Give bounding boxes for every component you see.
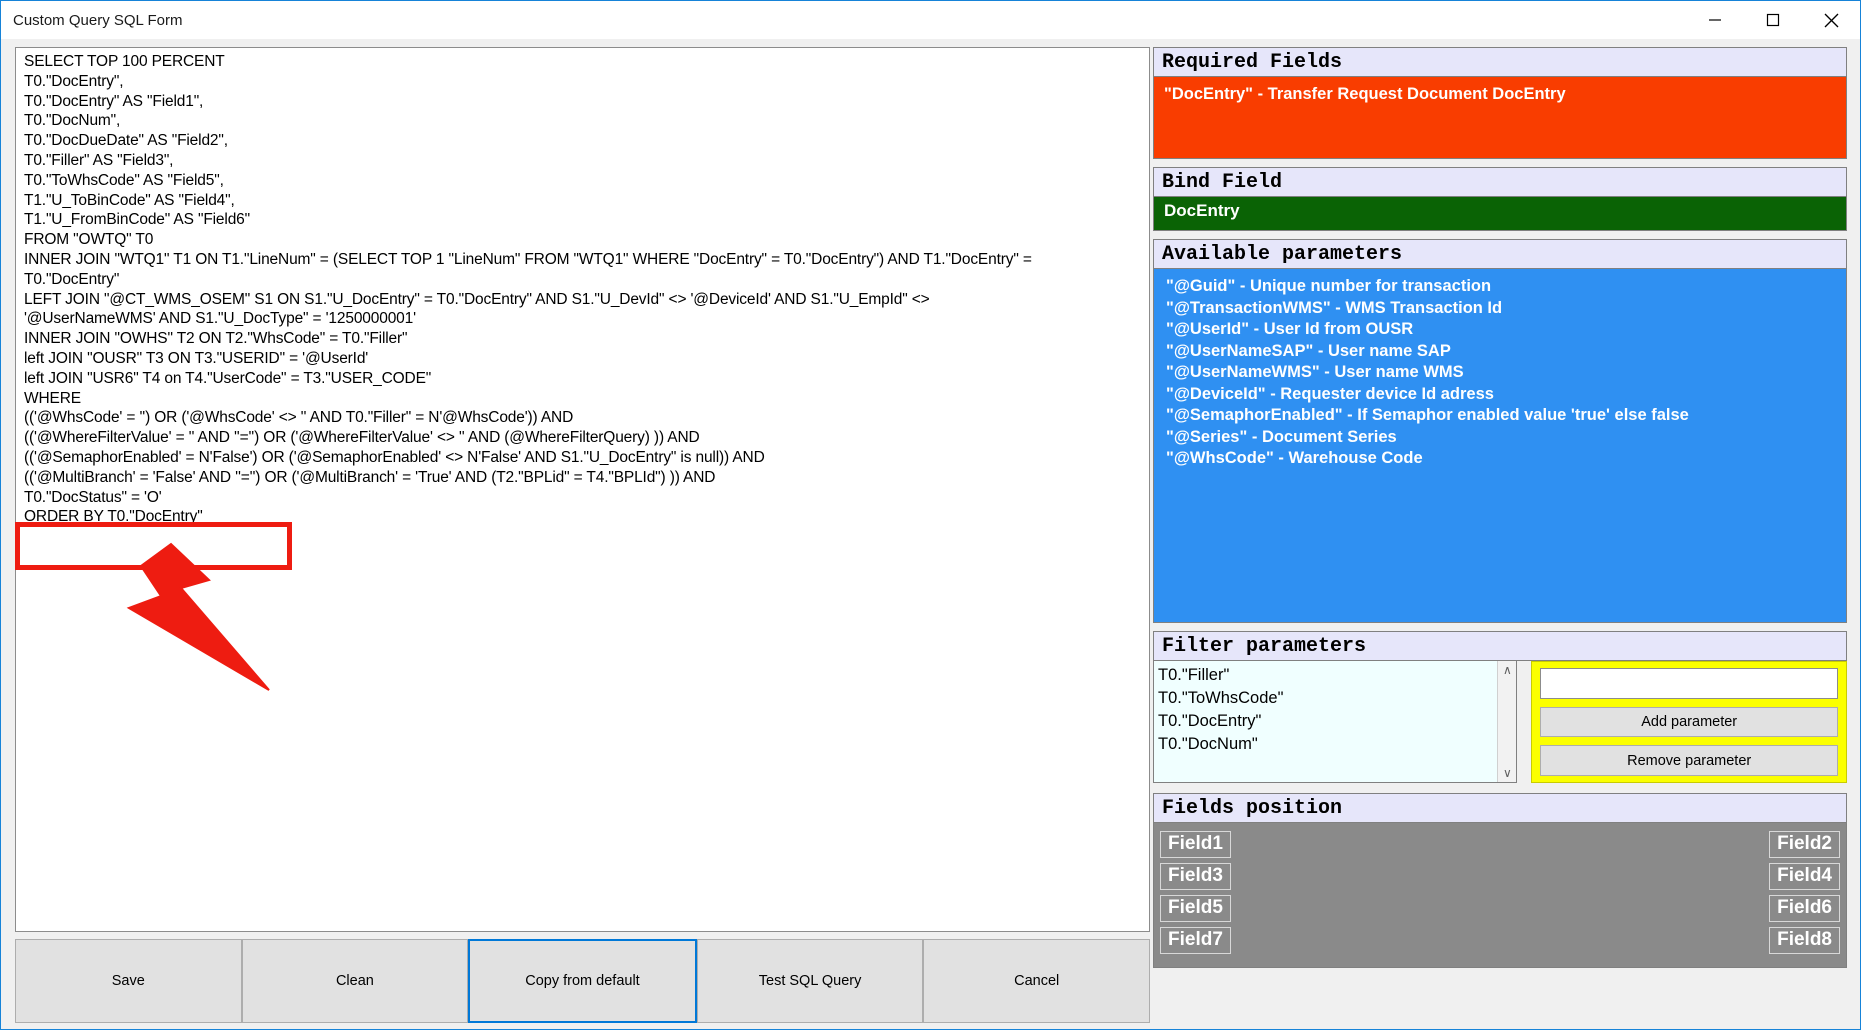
sql-text[interactable]: SELECT TOP 100 PERCENT T0."DocEntry", T0…: [16, 48, 1149, 527]
custom-query-sql-window: Custom Query SQL Form SELECT TOP 100 PER…: [0, 0, 1861, 1030]
required-fields-header: Required Fields: [1153, 47, 1847, 77]
sql-editor[interactable]: SELECT TOP 100 PERCENT T0."DocEntry", T0…: [15, 47, 1150, 932]
scroll-up-icon[interactable]: ∧: [1503, 661, 1512, 679]
parameter-item[interactable]: "@UserId" - User Id from OUSR: [1166, 319, 1846, 341]
required-fields-list: "DocEntry" - Transfer Request Document D…: [1153, 77, 1847, 159]
parameter-item[interactable]: "@TransactionWMS" - WMS Transaction Id: [1166, 298, 1846, 320]
parameter-item[interactable]: "@Series" - Document Series: [1166, 427, 1846, 449]
window-content: SELECT TOP 100 PERCENT T0."DocEntry", T0…: [1, 39, 1860, 1029]
filter-list-scrollbar[interactable]: ∧ ∨: [1497, 661, 1517, 782]
remove-parameter-button[interactable]: Remove parameter: [1540, 745, 1838, 777]
filter-parameters-list[interactable]: T0."Filler" T0."ToWhsCode" T0."DocEntry"…: [1153, 661, 1518, 783]
filter-item[interactable]: T0."Filler": [1158, 664, 1516, 687]
parameter-item[interactable]: "@DeviceId" - Requester device Id adress: [1166, 384, 1846, 406]
field-chip[interactable]: Field8: [1769, 927, 1840, 954]
right-panel: Required Fields "DocEntry" - Transfer Re…: [1153, 47, 1847, 1029]
fields-position-header: Fields position: [1153, 793, 1847, 823]
filter-item[interactable]: T0."DocEntry": [1158, 710, 1516, 733]
filter-parameters-header: Filter parameters: [1153, 631, 1847, 661]
scroll-down-icon[interactable]: ∨: [1503, 764, 1512, 782]
fields-position-right-column: Field2 Field4 Field6 Field8: [1769, 831, 1840, 967]
available-parameters-header: Available parameters: [1153, 239, 1847, 269]
copy-from-default-button[interactable]: Copy from default: [468, 939, 697, 1023]
field-chip[interactable]: Field7: [1160, 927, 1231, 954]
filter-item[interactable]: T0."ToWhsCode": [1158, 687, 1516, 710]
window-title: Custom Query SQL Form: [13, 11, 183, 29]
filter-actions-panel: Add parameter Remove parameter: [1531, 661, 1847, 783]
available-parameters-list[interactable]: "@Guid" - Unique number for transaction …: [1153, 269, 1847, 623]
parameter-item[interactable]: "@Guid" - Unique number for transaction: [1166, 276, 1846, 298]
bind-field-header: Bind Field: [1153, 167, 1847, 197]
bind-field-value-box[interactable]: DocEntry: [1153, 197, 1847, 231]
field-chip[interactable]: Field5: [1160, 895, 1231, 922]
title-bar: Custom Query SQL Form: [1, 1, 1860, 39]
field-chip[interactable]: Field3: [1160, 863, 1231, 890]
field-chip[interactable]: Field4: [1769, 863, 1840, 890]
fields-position-grid: Field1 Field3 Field5 Field7 Field2 Field…: [1153, 823, 1847, 968]
cancel-button[interactable]: Cancel: [923, 939, 1150, 1023]
parameter-item[interactable]: "@SemaphorEnabled" - If Semaphor enabled…: [1166, 405, 1846, 427]
filter-item[interactable]: T0."DocNum": [1158, 733, 1516, 756]
close-button[interactable]: [1802, 1, 1860, 39]
field-chip[interactable]: Field1: [1160, 831, 1231, 858]
maximize-button[interactable]: [1744, 1, 1802, 39]
field-chip[interactable]: Field6: [1769, 895, 1840, 922]
parameter-item[interactable]: "@UserNameWMS" - User name WMS: [1166, 362, 1846, 384]
add-parameter-button[interactable]: Add parameter: [1540, 706, 1838, 738]
fields-position-left-column: Field1 Field3 Field5 Field7: [1160, 831, 1231, 967]
test-sql-query-button[interactable]: Test SQL Query: [696, 939, 924, 1023]
parameter-input[interactable]: [1540, 668, 1838, 699]
minimize-button[interactable]: [1686, 1, 1744, 39]
clean-button[interactable]: Clean: [241, 939, 469, 1023]
required-field-item: "DocEntry" - Transfer Request Document D…: [1164, 85, 1566, 103]
bind-field-value: DocEntry: [1164, 201, 1240, 220]
filter-parameters-area: T0."Filler" T0."ToWhsCode" T0."DocEntry"…: [1153, 661, 1847, 783]
parameter-item[interactable]: "@WhsCode" - Warehouse Code: [1166, 448, 1846, 470]
parameter-item[interactable]: "@UserNameSAP" - User name SAP: [1166, 341, 1846, 363]
form-button-bar: Save Clean Copy from default Test SQL Qu…: [15, 939, 1150, 1023]
field-chip[interactable]: Field2: [1769, 831, 1840, 858]
save-button[interactable]: Save: [15, 939, 242, 1023]
